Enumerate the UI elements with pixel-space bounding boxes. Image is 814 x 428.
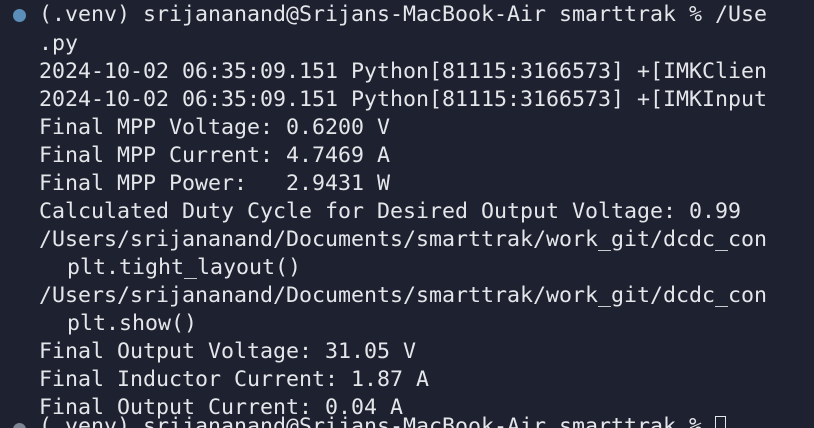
warning-code-2: plt.show() [67, 311, 198, 336]
prompt-pending-dot-icon [13, 423, 26, 428]
output-mpp-voltage: Final MPP Voltage: 0.6200 V [39, 115, 391, 140]
output-mpp-power: Final MPP Power: 2.9431 W [39, 171, 391, 196]
output-mpp-current: Final MPP Current: 4.7469 A [39, 143, 391, 168]
output-duty-cycle: Calculated Duty Cycle for Desired Output… [39, 199, 742, 224]
cursor-icon [715, 416, 727, 428]
warning-path-2: /Users/srijananand/Documents/smarttrak/w… [39, 283, 768, 308]
warning-code-1: plt.tight_layout() [67, 255, 302, 280]
prompt-status-dot-icon [13, 9, 26, 22]
output-inductor-current: Final Inductor Current: 1.87 A [39, 367, 430, 392]
prompt-command-line: (.venv) srijananand@Srijans-MacBook-Air … [39, 2, 768, 27]
next-prompt-line[interactable]: (.venv) srijananand@Srijans-MacBook-Air … [39, 413, 727, 428]
log-line-1: 2024-10-02 06:35:09.151 Python[81115:316… [39, 59, 768, 84]
terminal-window[interactable]: (.venv) srijananand@Srijans-MacBook-Air … [0, 0, 814, 428]
log-line-2: 2024-10-02 06:35:09.151 Python[81115:316… [39, 87, 768, 112]
next-prompt-text: (.venv) srijananand@Srijans-MacBook-Air … [39, 414, 716, 428]
warning-path-1: /Users/srijananand/Documents/smarttrak/w… [39, 227, 768, 252]
command-continuation: .py [39, 31, 79, 56]
output-voltage: Final Output Voltage: 31.05 V [39, 339, 417, 364]
